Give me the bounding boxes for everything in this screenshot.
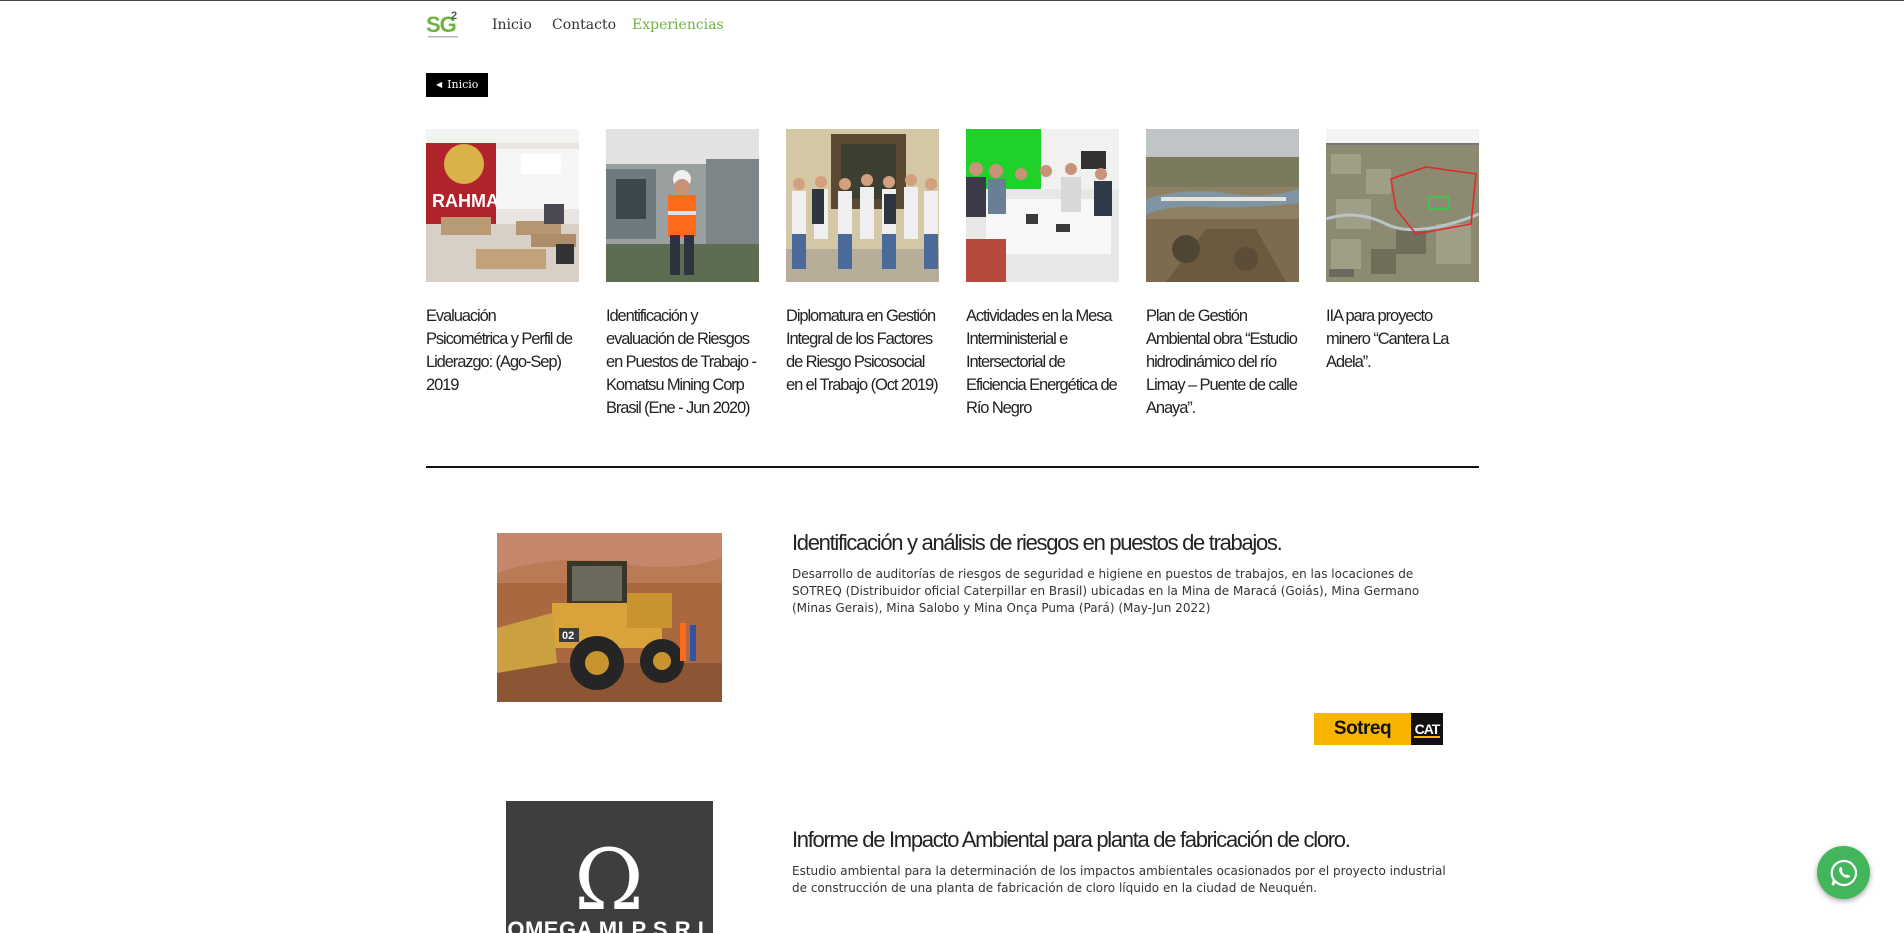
aerial-river-photo[interactable] xyxy=(1146,129,1299,282)
classroom-photo[interactable]: RAHMA xyxy=(426,129,579,282)
wheel-loader-photo: 02 xyxy=(497,533,722,702)
cat-logo-text: CAT xyxy=(1413,721,1441,738)
nav-contacto[interactable]: Contacto xyxy=(552,17,616,33)
back-button-label: Inicio xyxy=(447,78,479,91)
caret-left-icon: ◀ xyxy=(436,80,443,89)
group-photo[interactable] xyxy=(786,129,939,282)
card-title[interactable]: Diplomatura en Gestión Integral de los F… xyxy=(786,305,939,397)
nav-inicio[interactable]: Inicio xyxy=(492,17,532,33)
nav-experiencias[interactable]: Experiencias xyxy=(632,17,724,33)
svg-text:RAHMA: RAHMA xyxy=(432,191,499,211)
card-title[interactable]: Evaluación Psicométrica y Perfil de Lide… xyxy=(426,305,579,397)
section-divider xyxy=(426,466,1479,468)
card-title[interactable]: Actividades en la Mesa Interministerial … xyxy=(966,305,1119,420)
svg-text:02: 02 xyxy=(562,630,574,642)
card-title[interactable]: Plan de Gestión Ambiental obra “Estudio … xyxy=(1146,305,1299,420)
whatsapp-icon xyxy=(1830,859,1857,886)
card-title[interactable]: Identificación y evaluación de Riesgos e… xyxy=(606,305,759,420)
site-map-photo[interactable] xyxy=(1326,129,1479,282)
meeting-photo[interactable] xyxy=(966,129,1119,282)
experience-title: Identificación y análisis de riesgos en … xyxy=(792,530,1283,555)
back-to-inicio-button[interactable]: ◀ Inicio xyxy=(426,73,489,97)
experience-card[interactable]: Plan de Gestión Ambiental obra “Estudio … xyxy=(1146,129,1299,420)
omega-logo: Ω OMEGA MLP S.R.L xyxy=(506,801,713,933)
svg-text:Ω: Ω xyxy=(574,831,644,929)
sg2-logo[interactable]: SG 2 xyxy=(426,7,464,41)
experience-description: Estudio ambiental para la determinación … xyxy=(792,864,1446,895)
top-navbar: SG 2 Inicio Contacto Experiencias xyxy=(0,0,1904,48)
omega-logo-text: OMEGA MLP S.R.L xyxy=(507,917,712,933)
sotreq-cat-logo: Sotreq CAT xyxy=(1314,713,1443,745)
experience-card[interactable]: Diplomatura en Gestión Integral de los F… xyxy=(786,129,939,397)
experience-card[interactable]: RAHMA Evaluación Psicométrica y Perfil d… xyxy=(426,129,579,397)
factory-worker-photo[interactable] xyxy=(606,129,759,282)
experience-description: Desarrollo de auditorías de riesgos de s… xyxy=(792,567,1420,615)
sotreq-logo-text: Sotreq xyxy=(1314,713,1411,745)
experience-card[interactable]: Actividades en la Mesa Interministerial … xyxy=(966,129,1119,420)
experience-card[interactable]: IIA para proyecto minero “Cantera La Ade… xyxy=(1326,129,1479,374)
card-title[interactable]: IIA para proyecto minero “Cantera La Ade… xyxy=(1326,305,1479,374)
whatsapp-button[interactable] xyxy=(1817,846,1870,899)
experience-card[interactable]: Identificación y evaluación de Riesgos e… xyxy=(606,129,759,420)
experience-title: Informe de Impacto Ambiental para planta… xyxy=(792,827,1351,852)
svg-text:2: 2 xyxy=(451,10,457,22)
